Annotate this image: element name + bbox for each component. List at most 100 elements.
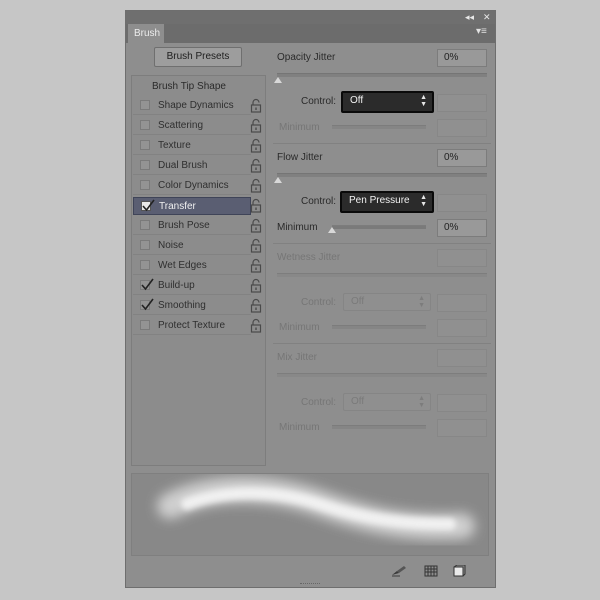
sidebar-item-brush-pose[interactable]: Brush Pose bbox=[133, 217, 251, 235]
opacity-jitter-slider-thumb[interactable] bbox=[274, 77, 282, 83]
flow-jitter-label: Flow Jitter bbox=[277, 152, 323, 163]
mix-control-dropdown[interactable]: Off ▲ ▼ bbox=[343, 393, 431, 411]
tab-strip bbox=[126, 24, 495, 43]
checkbox[interactable] bbox=[140, 240, 150, 250]
wetness-minimum-label: Minimum bbox=[279, 322, 320, 333]
brush-pen-icon[interactable] bbox=[391, 565, 406, 577]
mix-minimum-field[interactable] bbox=[437, 419, 487, 437]
wetness-minimum-slider[interactable] bbox=[332, 325, 426, 329]
sidebar-item-noise[interactable]: Noise bbox=[133, 237, 251, 255]
opacity-control-value: Off bbox=[350, 95, 364, 106]
brush-stroke-image bbox=[157, 477, 475, 540]
lock-icon[interactable] bbox=[250, 178, 262, 194]
checkbox[interactable] bbox=[140, 260, 150, 270]
flow-jitter-field[interactable]: 0% bbox=[437, 149, 487, 167]
lock-icon[interactable] bbox=[250, 258, 262, 274]
wetness-control-box bbox=[437, 294, 487, 312]
sidebar-item-dual-brush[interactable]: Dual Brush bbox=[133, 157, 251, 175]
opacity-minimum-label: Minimum bbox=[279, 122, 320, 133]
checkbox[interactable] bbox=[140, 120, 150, 130]
flow-jitter-slider-thumb[interactable] bbox=[274, 177, 282, 183]
dropdown-arrows-icon: ▲ ▼ bbox=[418, 395, 425, 409]
lock-icon[interactable] bbox=[250, 238, 262, 254]
checkbox[interactable] bbox=[140, 320, 150, 330]
checkbox[interactable] bbox=[140, 140, 150, 150]
opacity-minimum-slider[interactable] bbox=[332, 125, 426, 129]
opacity-jitter-slider[interactable] bbox=[277, 73, 487, 77]
opacity-minimum-field[interactable] bbox=[437, 119, 487, 137]
flow-control-label: Control: bbox=[301, 196, 337, 207]
sidebar-item-wet-edges[interactable]: Wet Edges bbox=[133, 257, 251, 275]
lock-icon[interactable] bbox=[250, 138, 262, 154]
flow-minimum-label: Minimum bbox=[277, 222, 318, 233]
mix-minimum-slider[interactable] bbox=[332, 425, 426, 429]
checkbox[interactable] bbox=[141, 199, 155, 212]
lock-icon[interactable] bbox=[250, 318, 262, 334]
mix-control-box bbox=[437, 394, 487, 412]
close-icon[interactable]: ✕ bbox=[483, 12, 491, 23]
lock-icon[interactable] bbox=[250, 158, 262, 174]
opacity-jitter-field[interactable]: 0% bbox=[437, 49, 487, 67]
flow-control-dropdown[interactable]: Pen Pressure ▲ ▼ bbox=[340, 191, 434, 213]
sidebar-item-color-dynamics[interactable]: Color Dynamics bbox=[133, 177, 251, 195]
panel-title-bar[interactable] bbox=[126, 11, 495, 24]
mix-jitter-label: Mix Jitter bbox=[277, 352, 317, 363]
flow-control-value: Pen Pressure bbox=[349, 195, 410, 206]
lock-icon[interactable] bbox=[250, 198, 262, 214]
checkbox[interactable] bbox=[140, 100, 150, 110]
wetness-control-value: Off bbox=[351, 296, 365, 307]
opacity-control-label: Control: bbox=[301, 96, 337, 107]
sidebar-item-label: Wet Edges bbox=[158, 260, 207, 271]
checkbox[interactable] bbox=[140, 180, 150, 190]
collapse-icon[interactable]: ◂◂ bbox=[465, 12, 474, 23]
sidebar-item-smoothing[interactable]: Smoothing bbox=[133, 297, 251, 315]
lock-icon[interactable] bbox=[250, 98, 262, 114]
mix-control-label: Control: bbox=[301, 397, 337, 408]
sidebar-item-label: Dual Brush bbox=[158, 160, 208, 171]
sidebar-item-label: Smoothing bbox=[158, 300, 206, 311]
sidebar-item-shape-dynamics[interactable]: Shape Dynamics bbox=[133, 97, 251, 115]
dropdown-arrows-icon: ▲ ▼ bbox=[418, 295, 425, 309]
brush-stroke-preview bbox=[131, 473, 489, 556]
lock-icon[interactable] bbox=[250, 278, 262, 294]
tab-brush[interactable]: Brush bbox=[128, 24, 164, 43]
flow-minimum-field[interactable]: 0% bbox=[437, 219, 487, 237]
mix-control-value: Off bbox=[351, 396, 365, 407]
lock-icon[interactable] bbox=[250, 218, 262, 234]
mix-jitter-field[interactable] bbox=[437, 349, 487, 367]
sidebar-item-label: Color Dynamics bbox=[158, 180, 229, 191]
sidebar-item-label: Noise bbox=[158, 240, 184, 251]
opacity-control-dropdown[interactable]: Off ▲ ▼ bbox=[341, 91, 434, 113]
lock-icon[interactable] bbox=[250, 118, 262, 134]
wetness-control-dropdown[interactable]: Off ▲ ▼ bbox=[343, 293, 431, 311]
flow-control-box bbox=[437, 194, 487, 212]
wetness-minimum-field[interactable] bbox=[437, 319, 487, 337]
brush-presets-button[interactable]: Brush Presets bbox=[154, 47, 242, 67]
wetness-jitter-slider[interactable] bbox=[277, 273, 487, 277]
section-divider bbox=[273, 343, 491, 344]
sidebar-item-brush-tip-shape[interactable]: Brush Tip Shape bbox=[152, 80, 226, 94]
sidebar-item-label: Protect Texture bbox=[158, 320, 226, 331]
sidebar-item-build-up[interactable]: Build-up bbox=[133, 277, 251, 295]
opacity-control-box bbox=[437, 94, 487, 112]
lock-icon[interactable] bbox=[250, 298, 262, 314]
sidebar-item-label: Build-up bbox=[158, 280, 195, 291]
sidebar-item-protect-texture[interactable]: Protect Texture bbox=[133, 317, 251, 335]
checkbox[interactable] bbox=[140, 220, 150, 230]
wetness-jitter-field[interactable] bbox=[437, 249, 487, 267]
new-brush-icon[interactable] bbox=[452, 564, 466, 577]
checkbox[interactable] bbox=[140, 298, 154, 311]
mix-jitter-slider[interactable] bbox=[277, 373, 487, 377]
checkbox[interactable] bbox=[140, 278, 154, 291]
opacity-jitter-label: Opacity Jitter bbox=[277, 52, 336, 63]
flow-minimum-slider-thumb[interactable] bbox=[328, 227, 336, 233]
sidebar-item-scattering[interactable]: Scattering bbox=[133, 117, 251, 135]
sidebar-item-transfer[interactable]: Transfer bbox=[133, 197, 251, 215]
sidebar-item-texture[interactable]: Texture bbox=[133, 137, 251, 155]
grid-icon[interactable] bbox=[424, 565, 438, 577]
resize-grip[interactable] bbox=[300, 583, 320, 586]
panel-menu-icon[interactable]: ▾≡ bbox=[476, 25, 487, 39]
flow-jitter-slider[interactable] bbox=[277, 173, 487, 177]
flow-minimum-slider[interactable] bbox=[332, 225, 426, 229]
checkbox[interactable] bbox=[140, 160, 150, 170]
